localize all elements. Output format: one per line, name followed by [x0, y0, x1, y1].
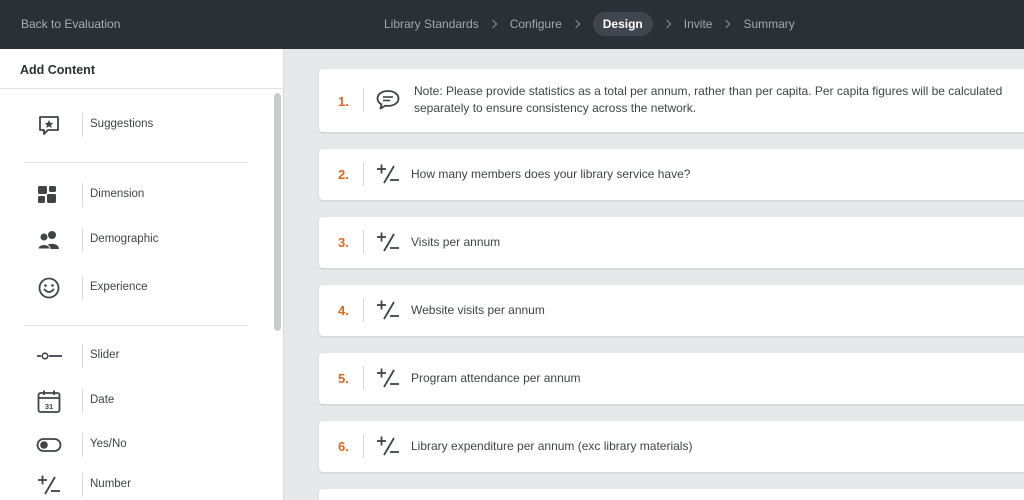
divider	[24, 325, 248, 326]
sidebar-item-label: Experience	[90, 281, 148, 293]
sidebar-item-demographic[interactable]: Demographic	[36, 225, 256, 255]
sidebar-item-label: Suggestions	[90, 118, 154, 130]
plus-minus-icon	[377, 232, 399, 252]
sidebar-item-suggestions[interactable]: Suggestions	[36, 110, 256, 140]
plus-minus-icon	[377, 164, 399, 184]
divider	[24, 162, 248, 163]
sidebar-scrollbar[interactable]	[272, 89, 282, 500]
calendar-icon: 31	[37, 390, 61, 413]
sidebar-item-slider[interactable]: Slider	[36, 341, 256, 371]
question-card-6[interactable]: 6. Library expenditure per annum (exc li…	[319, 421, 1024, 472]
plus-minus-icon	[38, 475, 60, 495]
sidebar-item-yes-no[interactable]: Yes/No	[36, 430, 256, 460]
step-library-standards[interactable]: Library Standards	[384, 17, 479, 31]
question-text: Library expenditure per annum (exc libra…	[411, 439, 693, 453]
question-text: Program attendance per annum	[411, 371, 581, 385]
toggle-icon	[36, 438, 62, 452]
question-number: 5.	[338, 371, 349, 386]
step-invite[interactable]: Invite	[684, 17, 713, 31]
question-text: Note: Please provide statistics as a tot…	[414, 84, 1003, 115]
question-card-4[interactable]: 4. Website visits per annum	[319, 285, 1024, 336]
sidebar-item-label: Yes/No	[90, 438, 127, 450]
sidebar-item-label: Slider	[90, 349, 120, 361]
question-number: 2.	[338, 167, 349, 182]
wizard-steps: Library Standards Configure Design Invit…	[384, 12, 795, 36]
question-card-3[interactable]: 3. Visits per annum	[319, 217, 1024, 268]
calendar-day-text: 31	[45, 402, 53, 411]
chevron-right-icon	[571, 19, 580, 29]
plus-minus-icon	[377, 368, 399, 388]
question-card-5[interactable]: 5. Program attendance per annum	[319, 353, 1024, 404]
sidebar-item-experience[interactable]: Experience	[36, 273, 256, 303]
demographic-icon	[37, 231, 59, 250]
chevron-right-icon	[662, 19, 672, 29]
question-number: 4.	[338, 303, 349, 318]
sidebar-title: Add Content	[20, 63, 95, 77]
question-number: 6.	[338, 439, 349, 454]
plus-minus-icon	[377, 436, 399, 456]
question-text: Visits per annum	[411, 235, 501, 249]
back-to-evaluation-link[interactable]: Back to Evaluation	[21, 17, 120, 31]
sidebar-item-dimension[interactable]: Dimension	[36, 180, 256, 210]
suggestions-icon	[39, 116, 59, 135]
step-summary[interactable]: Summary	[743, 17, 794, 31]
question-card-2[interactable]: 2. How many members does your library se…	[319, 149, 1024, 200]
sidebar-item-label: Number	[90, 478, 131, 490]
question-number: 1.	[338, 94, 349, 109]
sidebar-item-label: Date	[90, 394, 115, 406]
sidebar-header: Add Content	[0, 49, 283, 89]
dimension-icon	[38, 186, 56, 203]
question-number: 3.	[338, 235, 349, 250]
question-card-7[interactable]	[319, 489, 1024, 500]
top-bar: Back to Evaluation Library Standards Con…	[0, 0, 1024, 49]
question-list: 1. Note: Please provide statistics as a …	[296, 49, 1024, 500]
sidebar-item-label: Dimension	[90, 188, 145, 200]
sidebar-item-label: Demographic	[90, 233, 159, 245]
chevron-right-icon	[488, 19, 497, 29]
sidebar-item-date[interactable]: 31 Date	[36, 386, 256, 416]
question-text: How many members does your library servi…	[411, 167, 691, 181]
add-content-sidebar: Add Content Suggestions Dimension Demogr…	[0, 49, 284, 500]
sidebar-item-number[interactable]: Number	[36, 470, 256, 500]
sidebar-scroll-thumb[interactable]	[274, 93, 281, 331]
slider-icon	[37, 352, 62, 360]
question-card-1[interactable]: 1. Note: Please provide statistics as a …	[319, 69, 1024, 132]
speech-bubble-icon	[376, 90, 400, 110]
step-design[interactable]: Design	[592, 12, 653, 36]
plus-minus-icon	[377, 300, 399, 320]
chevron-right-icon	[722, 19, 731, 29]
question-text: Website visits per annum	[411, 303, 545, 317]
step-configure[interactable]: Configure	[510, 17, 562, 31]
smiley-icon	[38, 277, 60, 299]
